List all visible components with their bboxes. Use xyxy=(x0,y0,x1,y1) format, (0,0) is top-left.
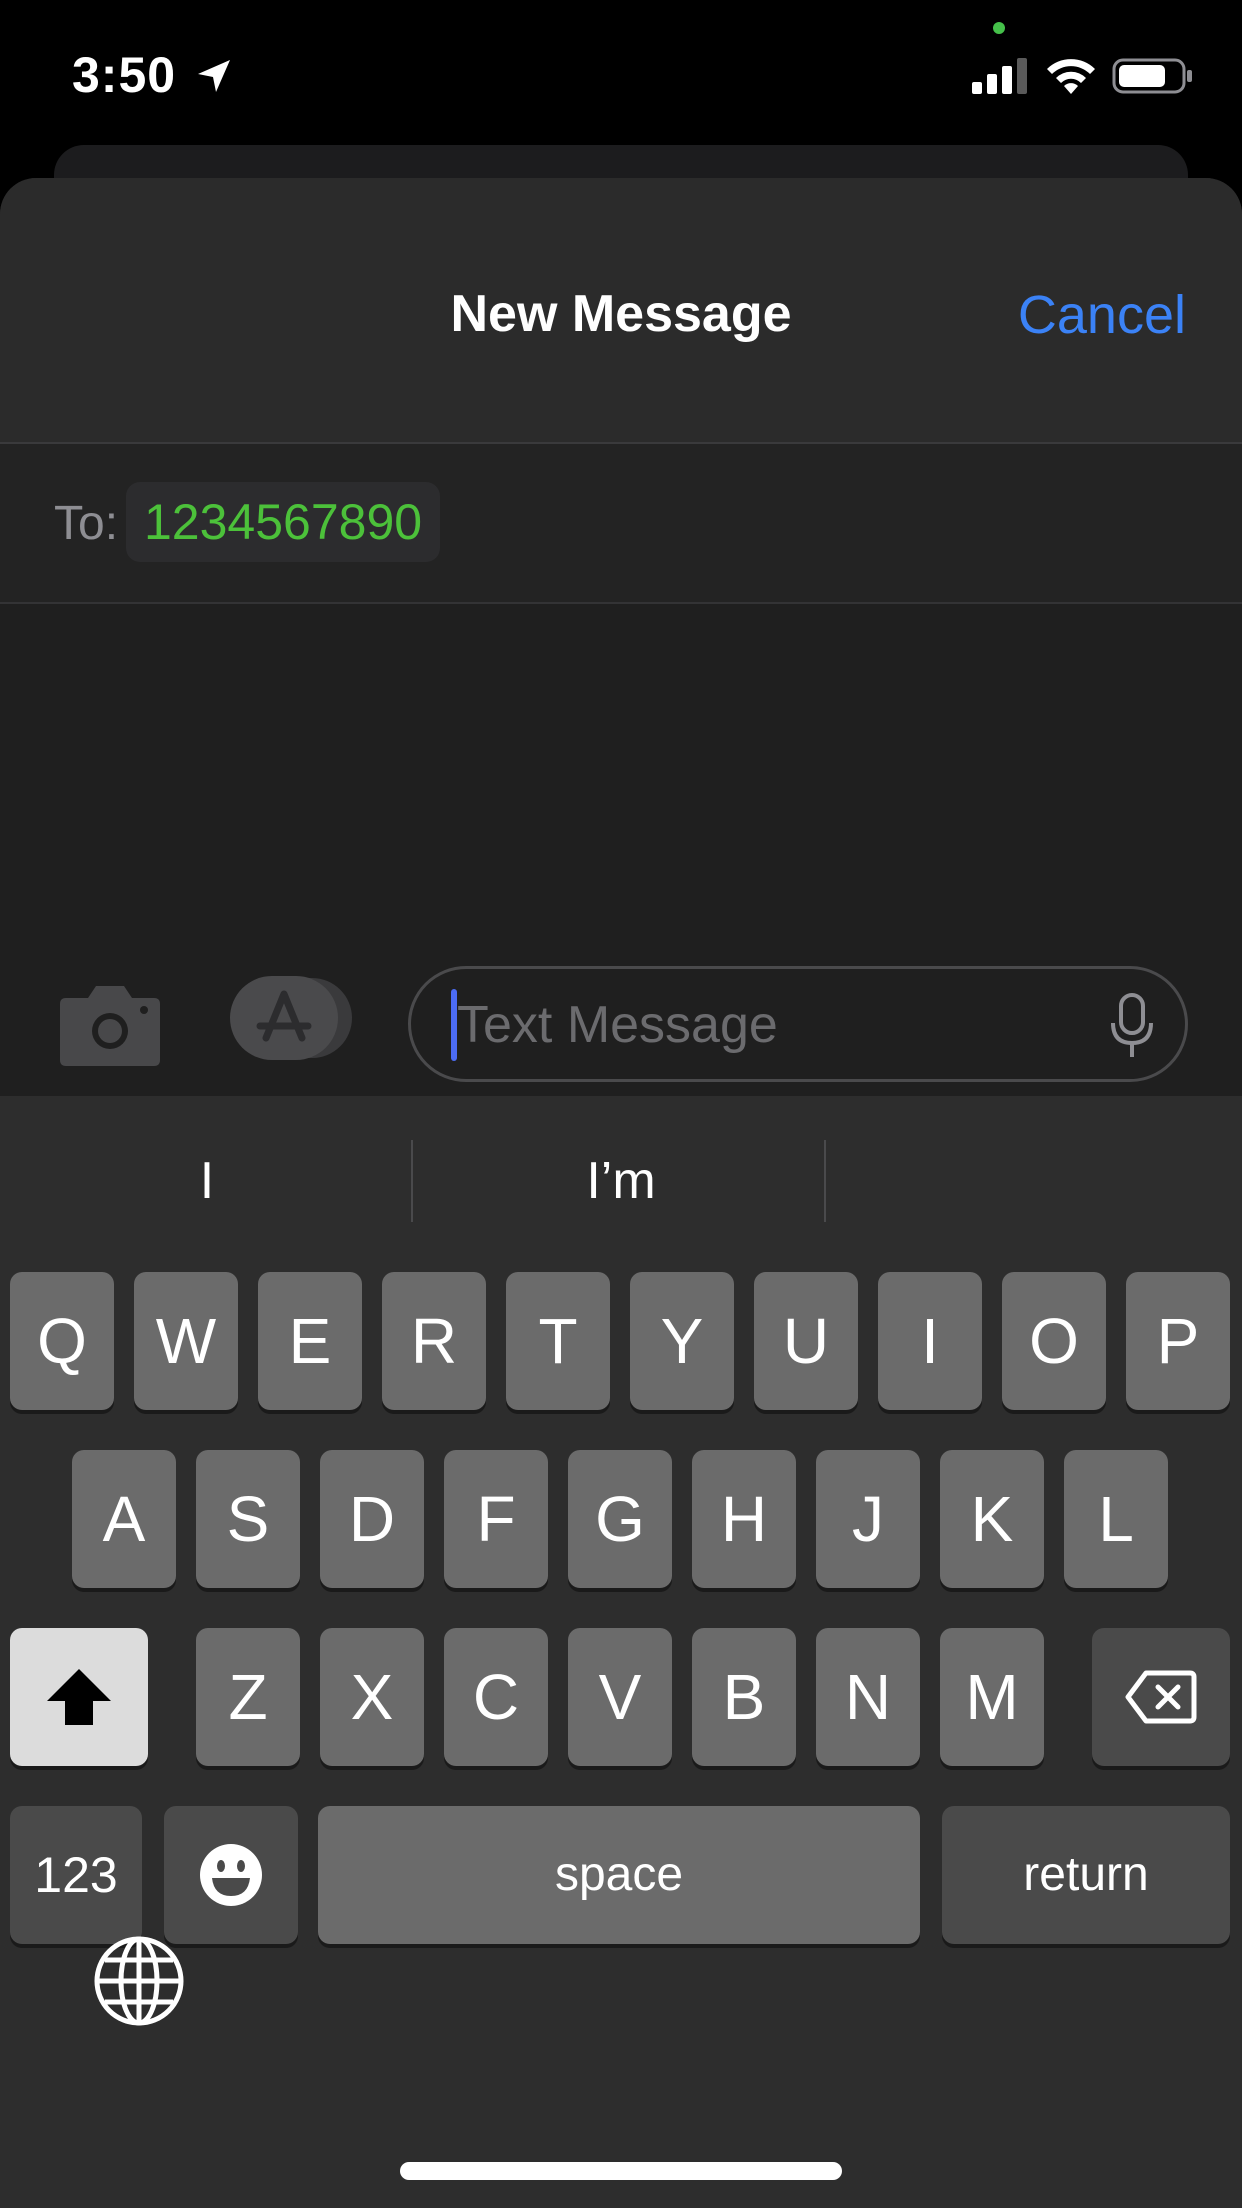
location-arrow-icon xyxy=(198,60,230,92)
key-s[interactable]: S xyxy=(196,1450,300,1588)
space-key[interactable]: space xyxy=(318,1806,920,1944)
suggestion-2[interactable]: I’m xyxy=(416,1136,826,1226)
to-label: To: xyxy=(54,497,119,550)
predictive-bar: I I’m xyxy=(0,1096,1242,1266)
key-x[interactable]: X xyxy=(320,1628,424,1766)
key-w[interactable]: W xyxy=(134,1272,238,1410)
key-i[interactable]: I xyxy=(878,1272,982,1410)
wifi-icon xyxy=(1047,59,1095,94)
status-bar: 3:50 xyxy=(0,0,1242,140)
recipient-chip[interactable]: 1234567890 xyxy=(126,482,441,562)
suggestion-divider xyxy=(824,1140,826,1222)
sheet-header: New Message Cancel xyxy=(0,178,1242,444)
numbers-key[interactable]: 123 xyxy=(10,1806,142,1944)
key-u[interactable]: U xyxy=(754,1272,858,1410)
key-h[interactable]: H xyxy=(692,1450,796,1588)
cancel-button[interactable]: Cancel xyxy=(1018,284,1186,346)
key-p[interactable]: P xyxy=(1126,1272,1230,1410)
emoji-key[interactable] xyxy=(164,1806,298,1944)
key-r[interactable]: R xyxy=(382,1272,486,1410)
app-store-icon[interactable] xyxy=(230,976,352,1060)
backspace-icon xyxy=(1125,1670,1197,1724)
home-indicator xyxy=(400,2162,842,2180)
globe-icon[interactable] xyxy=(92,1934,186,2028)
key-o[interactable]: O xyxy=(1002,1272,1106,1410)
shift-key[interactable] xyxy=(10,1628,148,1766)
microphone-icon[interactable] xyxy=(1109,993,1155,1059)
key-a[interactable]: A xyxy=(72,1450,176,1588)
suggestion-divider xyxy=(411,1140,413,1222)
message-input[interactable]: Text Message xyxy=(408,966,1188,1082)
key-f[interactable]: F xyxy=(444,1450,548,1588)
key-b[interactable]: B xyxy=(692,1628,796,1766)
key-g[interactable]: G xyxy=(568,1450,672,1588)
key-k[interactable]: K xyxy=(940,1450,1044,1588)
key-z[interactable]: Z xyxy=(196,1628,300,1766)
keyboard: I I’m Q W E R T Y U I O P A S D F G H J … xyxy=(0,1096,1242,2208)
emoji-icon xyxy=(200,1844,262,1906)
camera-icon[interactable] xyxy=(58,978,162,1068)
recipient-row[interactable]: To: 1234567890 xyxy=(0,444,1242,604)
privacy-indicator-dot xyxy=(993,22,1005,34)
key-l[interactable]: L xyxy=(1064,1450,1168,1588)
key-q[interactable]: Q xyxy=(10,1272,114,1410)
key-v[interactable]: V xyxy=(568,1628,672,1766)
suggestion-1[interactable]: I xyxy=(2,1136,412,1226)
signal-icon xyxy=(972,58,1027,94)
key-c[interactable]: C xyxy=(444,1628,548,1766)
key-n[interactable]: N xyxy=(816,1628,920,1766)
key-j[interactable]: J xyxy=(816,1450,920,1588)
key-d[interactable]: D xyxy=(320,1450,424,1588)
shift-icon xyxy=(47,1669,111,1725)
return-key[interactable]: return xyxy=(942,1806,1230,1944)
delete-key[interactable] xyxy=(1092,1628,1230,1766)
status-time: 3:50 xyxy=(72,47,177,103)
key-t[interactable]: T xyxy=(506,1272,610,1410)
message-placeholder: Text Message xyxy=(457,996,778,1054)
key-m[interactable]: M xyxy=(940,1628,1044,1766)
battery-icon xyxy=(1112,58,1192,94)
key-e[interactable]: E xyxy=(258,1272,362,1410)
key-y[interactable]: Y xyxy=(630,1272,734,1410)
suggestion-3[interactable] xyxy=(830,1136,1240,1226)
